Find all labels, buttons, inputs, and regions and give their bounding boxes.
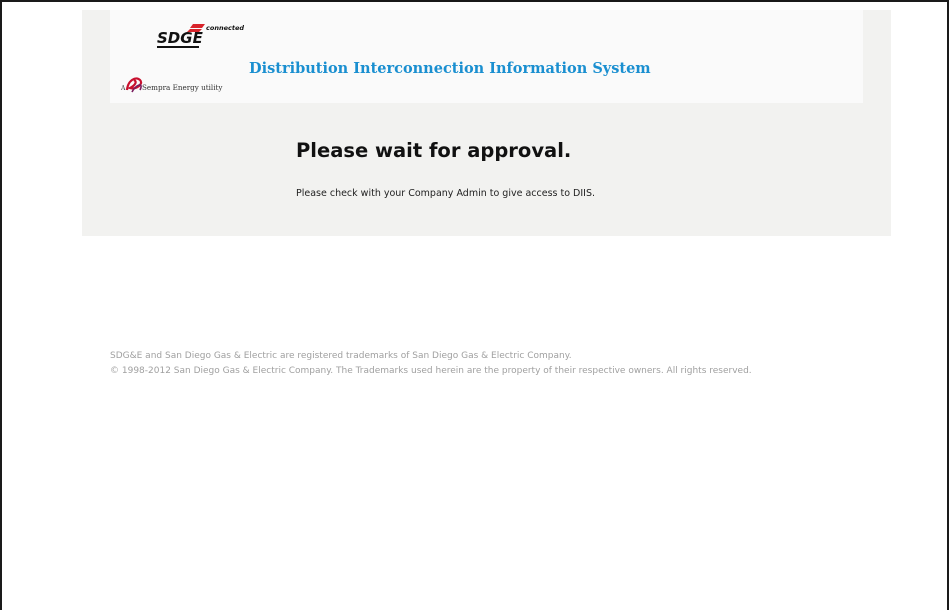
footer: SDG&E and San Diego Gas & Electric are r… xyxy=(110,349,752,379)
page-header: SDGE connected A Sempra Energy utility D… xyxy=(110,10,863,103)
logo-parent-text: Sempra Energy utility xyxy=(142,83,223,92)
system-title: Distribution Interconnection Information… xyxy=(249,60,651,77)
logo-stripe-1 xyxy=(190,24,205,28)
logo-underline xyxy=(157,46,199,48)
page-title: Please wait for approval. xyxy=(296,139,572,162)
logo-parent-prefix: A xyxy=(120,85,126,92)
footer-trademark-line: SDG&E and San Diego Gas & Electric are r… xyxy=(110,351,572,361)
sdge-logo[interactable]: SDGE connected A Sempra Energy utility xyxy=(110,10,250,103)
approval-message: Please check with your Company Admin to … xyxy=(296,188,596,199)
logo-tagline-text: connected xyxy=(206,24,244,32)
footer-copyright-line: © 1998-2012 San Diego Gas & Electric Com… xyxy=(110,366,752,376)
